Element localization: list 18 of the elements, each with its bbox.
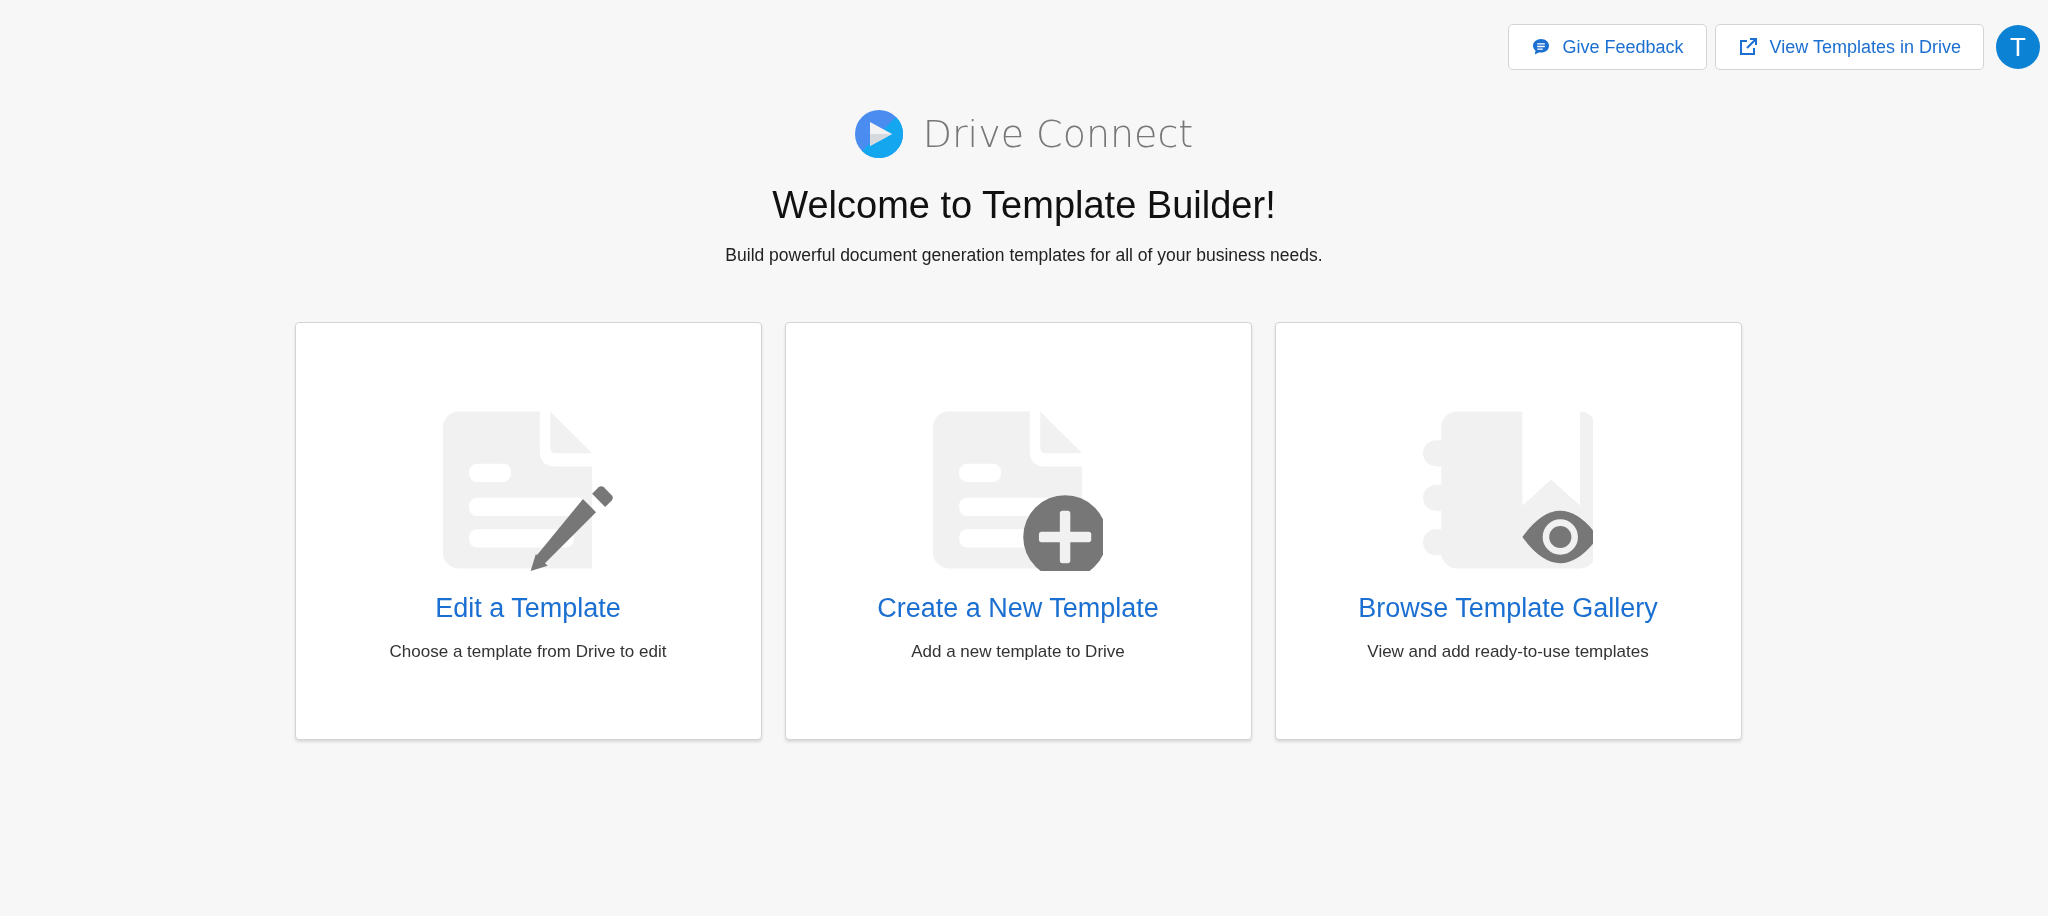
header-button[interactable]: Give Feedback	[1507, 24, 1707, 70]
external-link-icon	[1737, 37, 1758, 57]
card-description: Choose a template from Drive to edit	[389, 642, 667, 662]
user-avatar[interactable]: T	[1996, 25, 2040, 69]
play-logo-icon	[854, 110, 903, 158]
chat-bubble-icon	[1530, 37, 1551, 57]
option-card[interactable]: Edit a Template Choose a template from Drive to edit	[294, 322, 762, 740]
option-card[interactable]: Create a New Template Add a new template to Drive	[784, 322, 1252, 740]
page-title: Welcome to Template Builder!	[772, 184, 1276, 227]
card-title[interactable]: Edit a Template	[435, 593, 621, 624]
app-name: Drive Connect	[922, 112, 1194, 156]
card-description: Add a new template to Drive	[911, 642, 1125, 662]
header-button[interactable]: View Templates in Drive	[1714, 24, 1984, 70]
card-title[interactable]: Browse Template Gallery	[1358, 593, 1658, 624]
card-title[interactable]: Create a New Template	[877, 593, 1159, 624]
option-card[interactable]: Browse Template Gallery View and add ready-to-use templates	[1274, 322, 1742, 740]
page-subtitle: Build powerful document generation templates for all of your business needs.	[725, 245, 1323, 266]
card-description: View and add ready-to-use templates	[1367, 642, 1649, 662]
